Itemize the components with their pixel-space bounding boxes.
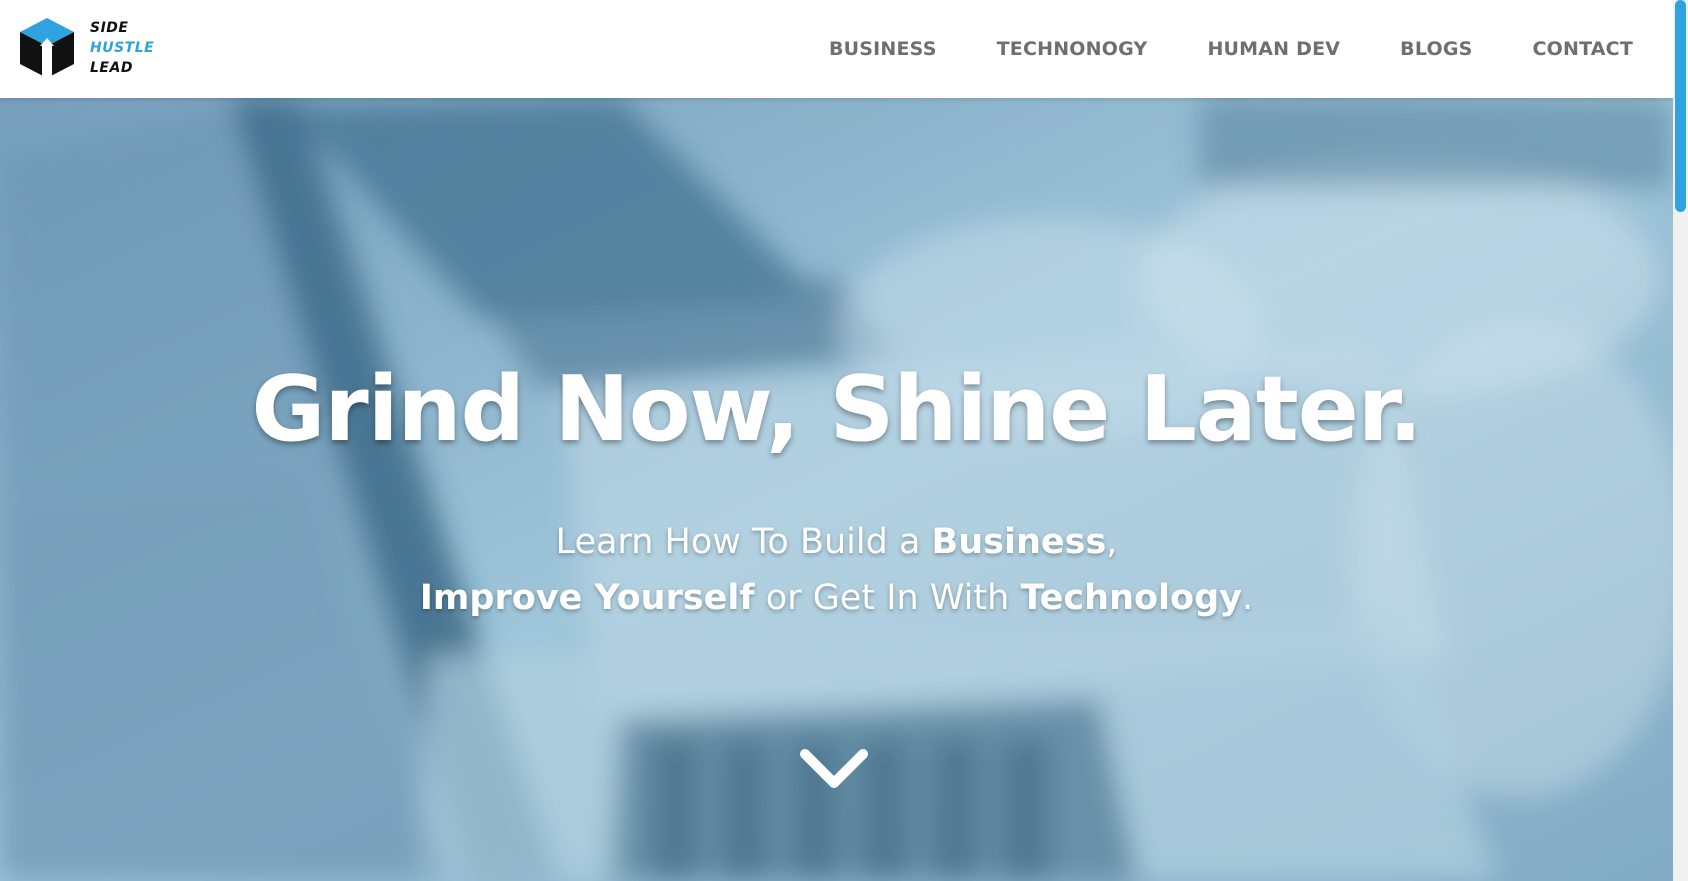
hero-subtitle-line-1: Learn How To Build a Business, (0, 514, 1673, 570)
subtitle-text: Learn How To Build a (555, 522, 932, 562)
logo-line-hustle: HUSTLE (90, 40, 155, 56)
hero-subtitle: Learn How To Build a Business, Improve Y… (0, 514, 1673, 626)
nav-item-contact[interactable]: CONTACT (1533, 38, 1634, 60)
hero-section: Grind Now, Shine Later. Learn How To Bui… (0, 98, 1673, 881)
logo-cube-icon (20, 18, 74, 78)
site-logo[interactable]: SIDE HUSTLE LEAD (18, 16, 178, 82)
nav-item-human-dev[interactable]: HUMAN DEV (1207, 38, 1340, 60)
subtitle-highlight-technology: Technology (1020, 578, 1242, 618)
logo-line-lead: LEAD (90, 60, 133, 76)
nav-item-blogs[interactable]: BLOGS (1400, 38, 1472, 60)
site-header: SIDE HUSTLE LEAD BUSINESS TECHNONOGY HUM… (0, 0, 1673, 98)
chevron-down-icon[interactable] (799, 746, 869, 792)
scrollbar-thumb[interactable] (1675, 0, 1686, 212)
logo-wordmark: SIDE HUSTLE LEAD (90, 18, 154, 78)
subtitle-text: , (1106, 522, 1118, 562)
hero-title: Grind Now, Shine Later. (251, 357, 1422, 462)
subtitle-highlight-business: Business (931, 522, 1107, 562)
hero-content: Grind Now, Shine Later. Learn How To Bui… (0, 98, 1673, 881)
page: SIDE HUSTLE LEAD BUSINESS TECHNONOGY HUM… (0, 0, 1688, 881)
page-scrollbar[interactable] (1673, 0, 1688, 881)
subtitle-text: or Get In With (754, 578, 1021, 618)
nav-item-business[interactable]: BUSINESS (829, 38, 937, 60)
logo-line-side: SIDE (90, 20, 129, 36)
hero-subtitle-line-2: Improve Yourself or Get In With Technolo… (0, 570, 1673, 626)
subtitle-text: . (1241, 578, 1254, 618)
main-nav: BUSINESS TECHNONOGY HUMAN DEV BLOGS CONT… (829, 0, 1633, 98)
nav-item-technology[interactable]: TECHNONOGY (997, 38, 1148, 60)
subtitle-highlight-improve-yourself: Improve Yourself (419, 578, 755, 618)
